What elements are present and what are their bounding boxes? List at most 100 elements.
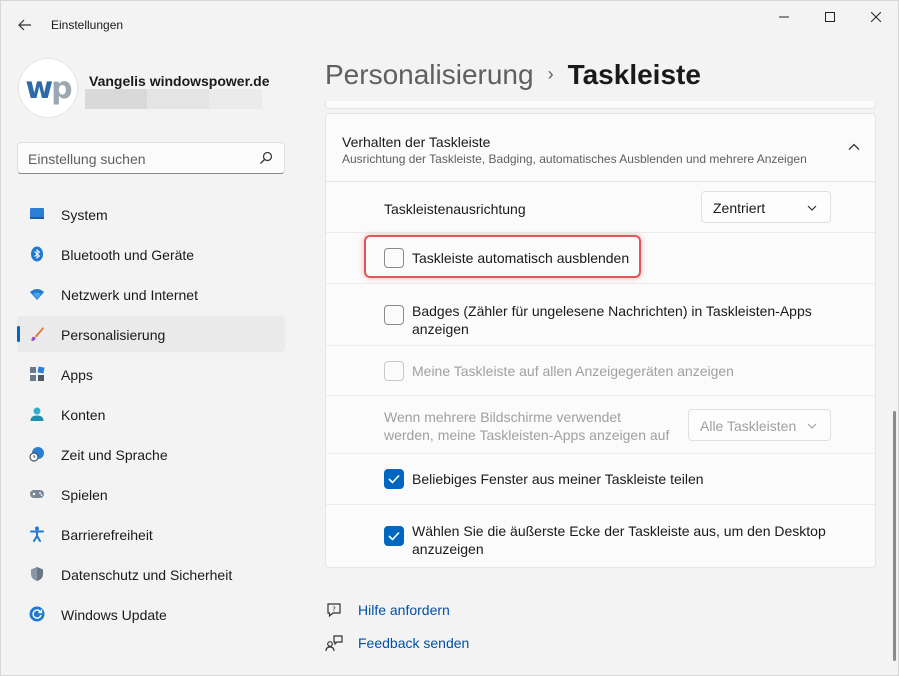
accessibility-icon [30,526,44,542]
bluetooth-icon [31,246,43,262]
maximize-icon [825,12,835,22]
gamepad-icon [30,490,44,498]
taskbar-behavior-card: Verhalten der Taskleiste Ausrichtung der… [325,113,876,568]
sidebar-item-accounts[interactable]: Konten [17,396,285,432]
multi-monitor-label-line1: Wenn mehrere Bildschirme verwendet [384,409,622,425]
sidebar-item-label: Bluetooth und Geräte [61,247,195,263]
title-bar: Einstellungen [1,1,898,49]
previous-section-card [325,101,876,109]
share-window-row: Beliebiges Fenster aus meiner Taskleiste… [326,454,875,505]
help-chat-icon: ? [327,603,341,618]
sidebar-item-accessibility[interactable]: Barrierefreiheit [17,516,285,552]
profile-name: Vangelis windowspower.de [89,73,270,89]
svg-text:?: ? [332,606,336,614]
breadcrumb: Personalisierung › Taskleiste [325,59,701,91]
sidebar-item-apps[interactable]: Apps [17,356,285,392]
app-title: Einstellungen [51,18,124,32]
badges-row: Badges (Zähler für ungelesene Nachrichte… [326,284,875,346]
all-displays-checkbox [384,361,404,381]
brush-icon [31,327,44,341]
search-input[interactable]: Einstellung suchen [17,142,285,174]
back-button[interactable] [11,11,39,39]
far-corner-row: Wählen Sie die äußerste Ecke der Tasklei… [326,505,875,567]
shield-icon [31,567,43,581]
monitor-icon [30,208,44,219]
clock-globe-icon [29,447,44,462]
chevron-down-icon [807,205,817,211]
minimize-icon [779,16,789,18]
scrollbar[interactable] [893,411,896,661]
feedback-icon [325,635,343,652]
avatar: wp [19,59,77,117]
sidebar-item-label: Personalisierung [61,327,166,343]
checkmark-icon [388,531,400,541]
feedback-link-label: Feedback senden [358,635,470,651]
section-subtitle: Ausrichtung der Taskleiste, Badging, aut… [342,152,807,166]
multi-monitor-label: Wenn mehrere Bildschirme verwendet werde… [384,408,669,444]
sidebar-item-label: Spielen [61,487,108,503]
sidebar-item-label: Netzwerk und Internet [61,287,198,303]
sidebar-item-windows-update[interactable]: Windows Update [17,596,285,632]
sidebar-item-personalization[interactable]: Personalisierung [17,316,285,352]
apps-icon [30,366,45,381]
section-header[interactable]: Verhalten der Taskleiste Ausrichtung der… [326,114,875,182]
sidebar-item-label: Apps [61,367,93,383]
multi-monitor-value: Alle Taskleisten [700,418,797,434]
checkmark-icon [388,474,400,484]
multi-monitor-label-line2: werden, meine Taskleisten-Apps anzeigen … [384,427,670,443]
close-button[interactable] [853,1,899,33]
sidebar-item-label: System [61,207,108,223]
sidebar-item-privacy-security[interactable]: Datenschutz und Sicherheit [17,556,285,592]
chevron-up-icon[interactable] [847,140,861,154]
page-title: Taskleiste [567,59,701,90]
person-icon [30,407,44,421]
badges-checkbox[interactable] [384,305,404,325]
sidebar-item-label: Windows Update [61,607,167,623]
alignment-value: Zentriert [713,200,766,216]
share-window-label: Beliebiges Fenster aus meiner Taskleiste… [412,471,704,487]
multi-monitor-dropdown: Alle Taskleisten [688,409,831,441]
close-icon [871,12,881,22]
badges-label-line1: Badges (Zähler für ungelesene Nachrichte… [412,303,812,319]
sidebar-item-label: Zeit und Sprache [61,447,168,463]
profile-email-redacted [85,89,262,109]
avatar-logo: wp [25,70,72,106]
sidebar-item-system[interactable]: System [17,196,285,232]
sidebar-item-network[interactable]: Netzwerk und Internet [17,276,285,312]
maximize-button[interactable] [807,1,853,33]
help-link-label: Hilfe anfordern [358,602,450,618]
all-displays-label: Meine Taskleiste auf allen Anzeigegeräte… [412,363,734,379]
autohide-row: Taskleiste automatisch ausblenden [326,233,875,284]
sidebar-item-time-language[interactable]: Zeit und Sprache [17,436,285,472]
multi-monitor-row: Wenn mehrere Bildschirme verwendet werde… [326,396,875,454]
alignment-row: Taskleistenausrichtung Zentriert [326,182,875,233]
search-icon [260,151,273,164]
search-placeholder: Einstellung suchen [28,151,146,167]
sidebar-item-label: Datenschutz und Sicherheit [61,567,233,583]
settings-window: Einstellungen wp Vangelis windowspower.d… [0,0,899,676]
badges-label-line2: anzeigen [412,321,469,337]
sidebar-nav: System Bluetooth und Geräte Netzwerk und… [17,196,285,636]
breadcrumb-parent[interactable]: Personalisierung [325,59,534,90]
alignment-dropdown[interactable]: Zentriert [701,191,831,223]
autohide-label: Taskleiste automatisch ausblenden [412,250,630,266]
update-icon [29,606,45,622]
far-corner-label: Wählen Sie die äußerste Ecke der Tasklei… [412,522,826,558]
far-corner-checkbox[interactable] [384,526,404,546]
sidebar-item-gaming[interactable]: Spielen [17,476,285,512]
autohide-checkbox[interactable] [384,248,404,268]
sidebar-item-label: Konten [61,407,106,423]
share-window-checkbox[interactable] [384,469,404,489]
sidebar-item-bluetooth[interactable]: Bluetooth und Geräte [17,236,285,272]
arrow-left-icon [18,19,31,31]
sidebar-item-label: Barrierefreiheit [61,527,153,543]
section-title: Verhalten der Taskleiste [342,134,491,150]
minimize-button[interactable] [761,1,807,33]
chevron-down-icon [807,423,817,429]
all-displays-row: Meine Taskleiste auf allen Anzeigegeräte… [326,346,875,396]
far-corner-label-line2: anzuzeigen [412,541,484,557]
badges-label: Badges (Zähler für ungelesene Nachrichte… [412,302,812,338]
far-corner-label-line1: Wählen Sie die äußerste Ecke der Tasklei… [412,523,826,539]
wifi-icon [30,289,44,300]
breadcrumb-separator: › [547,64,554,84]
